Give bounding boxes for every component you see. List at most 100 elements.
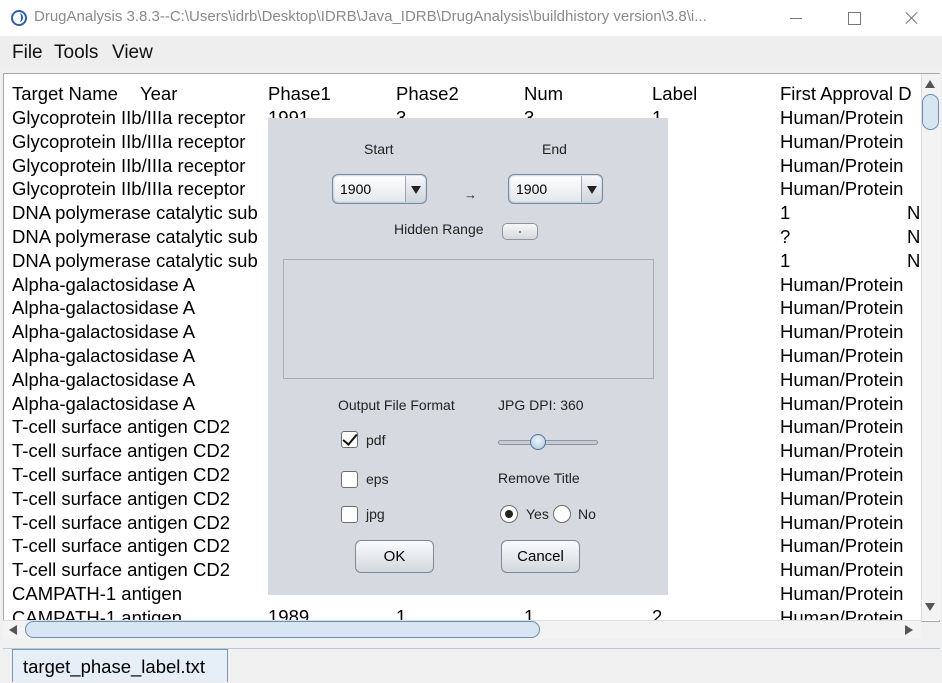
table-row[interactable]: T-cell surface antigen CD2 xyxy=(12,512,230,536)
first-approval-cell[interactable]: Human/Protein xyxy=(780,559,903,581)
first-approval-cell[interactable]: Human/Protein xyxy=(780,369,903,391)
first-approval-cell[interactable]: Human/Protein xyxy=(780,321,903,343)
minimize-button[interactable] xyxy=(783,6,809,30)
close-button[interactable] xyxy=(899,6,925,30)
first-approval-cell[interactable]: Human/Protein xyxy=(780,274,903,296)
first-approval-cell[interactable]: ? xyxy=(780,226,790,248)
menu-tools[interactable]: Tools xyxy=(54,42,98,64)
table-row[interactable]: DNA polymerase catalytic sub xyxy=(12,250,258,274)
no-radio[interactable] xyxy=(553,505,571,523)
first-approval-cell[interactable]: Human/Protein xyxy=(780,512,903,534)
table-row[interactable]: Alpha-galactosidase A xyxy=(12,274,195,298)
header-year[interactable]: Year xyxy=(140,83,177,105)
end-year-value: 1900 xyxy=(516,181,548,197)
range-panel xyxy=(283,259,654,379)
table-row[interactable]: Glycoprotein IIb/IIIa receptor xyxy=(12,178,245,202)
output-format-label: Output File Format xyxy=(338,397,455,413)
scroll-down-icon[interactable] xyxy=(925,603,935,611)
table-row[interactable]: Alpha-galactosidase A xyxy=(12,345,195,369)
chevron-down-icon[interactable] xyxy=(405,176,425,202)
yes-label: Yes xyxy=(526,506,549,522)
table-row[interactable]: T-cell surface antigen CD2 xyxy=(12,440,230,464)
hidden-range-label: Hidden Range xyxy=(394,221,484,237)
window-title: DrugAnalysis 3.8.3--C:\Users\idrb\Deskto… xyxy=(34,8,707,25)
table-row[interactable]: DNA polymerase catalytic sub xyxy=(12,202,258,226)
jpg-checkbox[interactable] xyxy=(341,506,358,523)
ok-button[interactable]: OK xyxy=(355,540,434,573)
start-year-value: 1900 xyxy=(340,181,372,197)
maximize-button[interactable] xyxy=(841,6,867,30)
first-approval-cell[interactable]: 1 xyxy=(780,250,790,272)
export-dialog: Start End 1900 → 1900 Hidden Range Outpu… xyxy=(268,118,668,595)
table-row[interactable]: CAMPATH-1 antigen xyxy=(12,583,182,607)
end-year-select[interactable]: 1900 xyxy=(508,174,603,204)
arrow-right-icon: → xyxy=(464,187,477,202)
menu-bar: File Tools View xyxy=(0,36,942,68)
table-row[interactable]: T-cell surface antigen CD2 xyxy=(12,464,230,488)
table-row[interactable]: Alpha-galactosidase A xyxy=(12,393,195,417)
tab-file[interactable]: target_phase_label.txt xyxy=(12,649,228,682)
first-approval-cell[interactable]: Human/Protein xyxy=(780,440,903,462)
table-row[interactable]: Alpha-galactosidase A xyxy=(12,321,195,345)
table-row[interactable]: Glycoprotein IIb/IIIa receptor xyxy=(12,131,245,155)
chevron-down-icon[interactable] xyxy=(581,176,601,202)
end-label: End xyxy=(542,141,567,157)
jpg-dpi-label: JPG DPI: 360 xyxy=(498,397,584,413)
no-label: No xyxy=(578,506,596,522)
first-approval-cell[interactable]: Human/Protein xyxy=(780,345,903,367)
title-bar: DrugAnalysis 3.8.3--C:\Users\idrb\Deskto… xyxy=(0,0,942,36)
header-label[interactable]: Label xyxy=(652,83,697,105)
first-approval-cell[interactable]: Human/Protein xyxy=(780,178,903,200)
table-row[interactable]: T-cell surface antigen CD2 xyxy=(12,416,230,440)
table-row[interactable]: Alpha-galactosidase A xyxy=(12,369,195,393)
vertical-scrollbar[interactable] xyxy=(921,74,940,620)
table-row[interactable]: Alpha-galactosidase A xyxy=(12,297,195,321)
header-first-approval[interactable]: First Approval D xyxy=(780,83,912,105)
first-approval-cell[interactable]: Human/Protein xyxy=(780,155,903,177)
first-approval-cell[interactable]: Human/Protein xyxy=(780,583,903,605)
table-row[interactable]: Glycoprotein IIb/IIIa receptor xyxy=(12,155,245,179)
first-approval-cell[interactable]: Human/Protein xyxy=(780,297,903,319)
first-approval-cell[interactable]: Human/Protein xyxy=(780,393,903,415)
dpi-slider-track[interactable] xyxy=(498,440,598,445)
horizontal-scroll-thumb[interactable] xyxy=(25,621,540,638)
pdf-label: pdf xyxy=(366,432,386,448)
first-approval-cell[interactable]: Human/Protein xyxy=(780,107,903,129)
menu-view[interactable]: View xyxy=(112,42,153,64)
start-label: Start xyxy=(364,141,394,157)
cell-edge-2[interactable]: N xyxy=(907,226,920,248)
pdf-checkbox[interactable] xyxy=(341,431,358,448)
cancel-button[interactable]: Cancel xyxy=(501,540,580,573)
first-approval-cell[interactable]: Human/Protein xyxy=(780,131,903,153)
yes-radio[interactable] xyxy=(500,505,518,523)
app-icon xyxy=(11,10,27,26)
table-row[interactable]: Glycoprotein IIb/IIIa receptor xyxy=(12,107,245,131)
first-approval-cell[interactable]: 1 xyxy=(780,202,790,224)
cell-edge-1[interactable]: N xyxy=(907,202,920,224)
first-approval-cell[interactable]: Human/Protein xyxy=(780,488,903,510)
cell-edge-3[interactable]: N xyxy=(907,250,920,272)
first-approval-cell[interactable]: Human/Protein xyxy=(780,464,903,486)
remove-title-label: Remove Title xyxy=(498,470,580,486)
header-target-name[interactable]: Target Name xyxy=(12,83,118,105)
hidden-range-toggle[interactable] xyxy=(502,223,538,240)
menu-file[interactable]: File xyxy=(12,42,43,64)
scroll-left-icon[interactable] xyxy=(9,625,17,635)
jpg-label: jpg xyxy=(366,506,385,522)
table-row[interactable]: DNA polymerase catalytic sub xyxy=(12,226,258,250)
dpi-slider-thumb[interactable] xyxy=(530,434,546,450)
eps-label: eps xyxy=(366,471,389,487)
header-phase1[interactable]: Phase1 xyxy=(268,83,331,105)
header-phase2[interactable]: Phase2 xyxy=(396,83,459,105)
vertical-scroll-thumb[interactable] xyxy=(922,94,939,130)
scroll-up-icon[interactable] xyxy=(925,80,935,88)
header-num[interactable]: Num xyxy=(524,83,563,105)
table-row[interactable]: T-cell surface antigen CD2 xyxy=(12,559,230,583)
eps-checkbox[interactable] xyxy=(341,471,358,488)
start-year-select[interactable]: 1900 xyxy=(332,174,427,204)
scroll-right-icon[interactable] xyxy=(905,625,913,635)
table-row[interactable]: T-cell surface antigen CD2 xyxy=(12,488,230,512)
first-approval-cell[interactable]: Human/Protein xyxy=(780,416,903,438)
first-approval-cell[interactable]: Human/Protein xyxy=(780,535,903,557)
table-row[interactable]: T-cell surface antigen CD2 xyxy=(12,535,230,559)
